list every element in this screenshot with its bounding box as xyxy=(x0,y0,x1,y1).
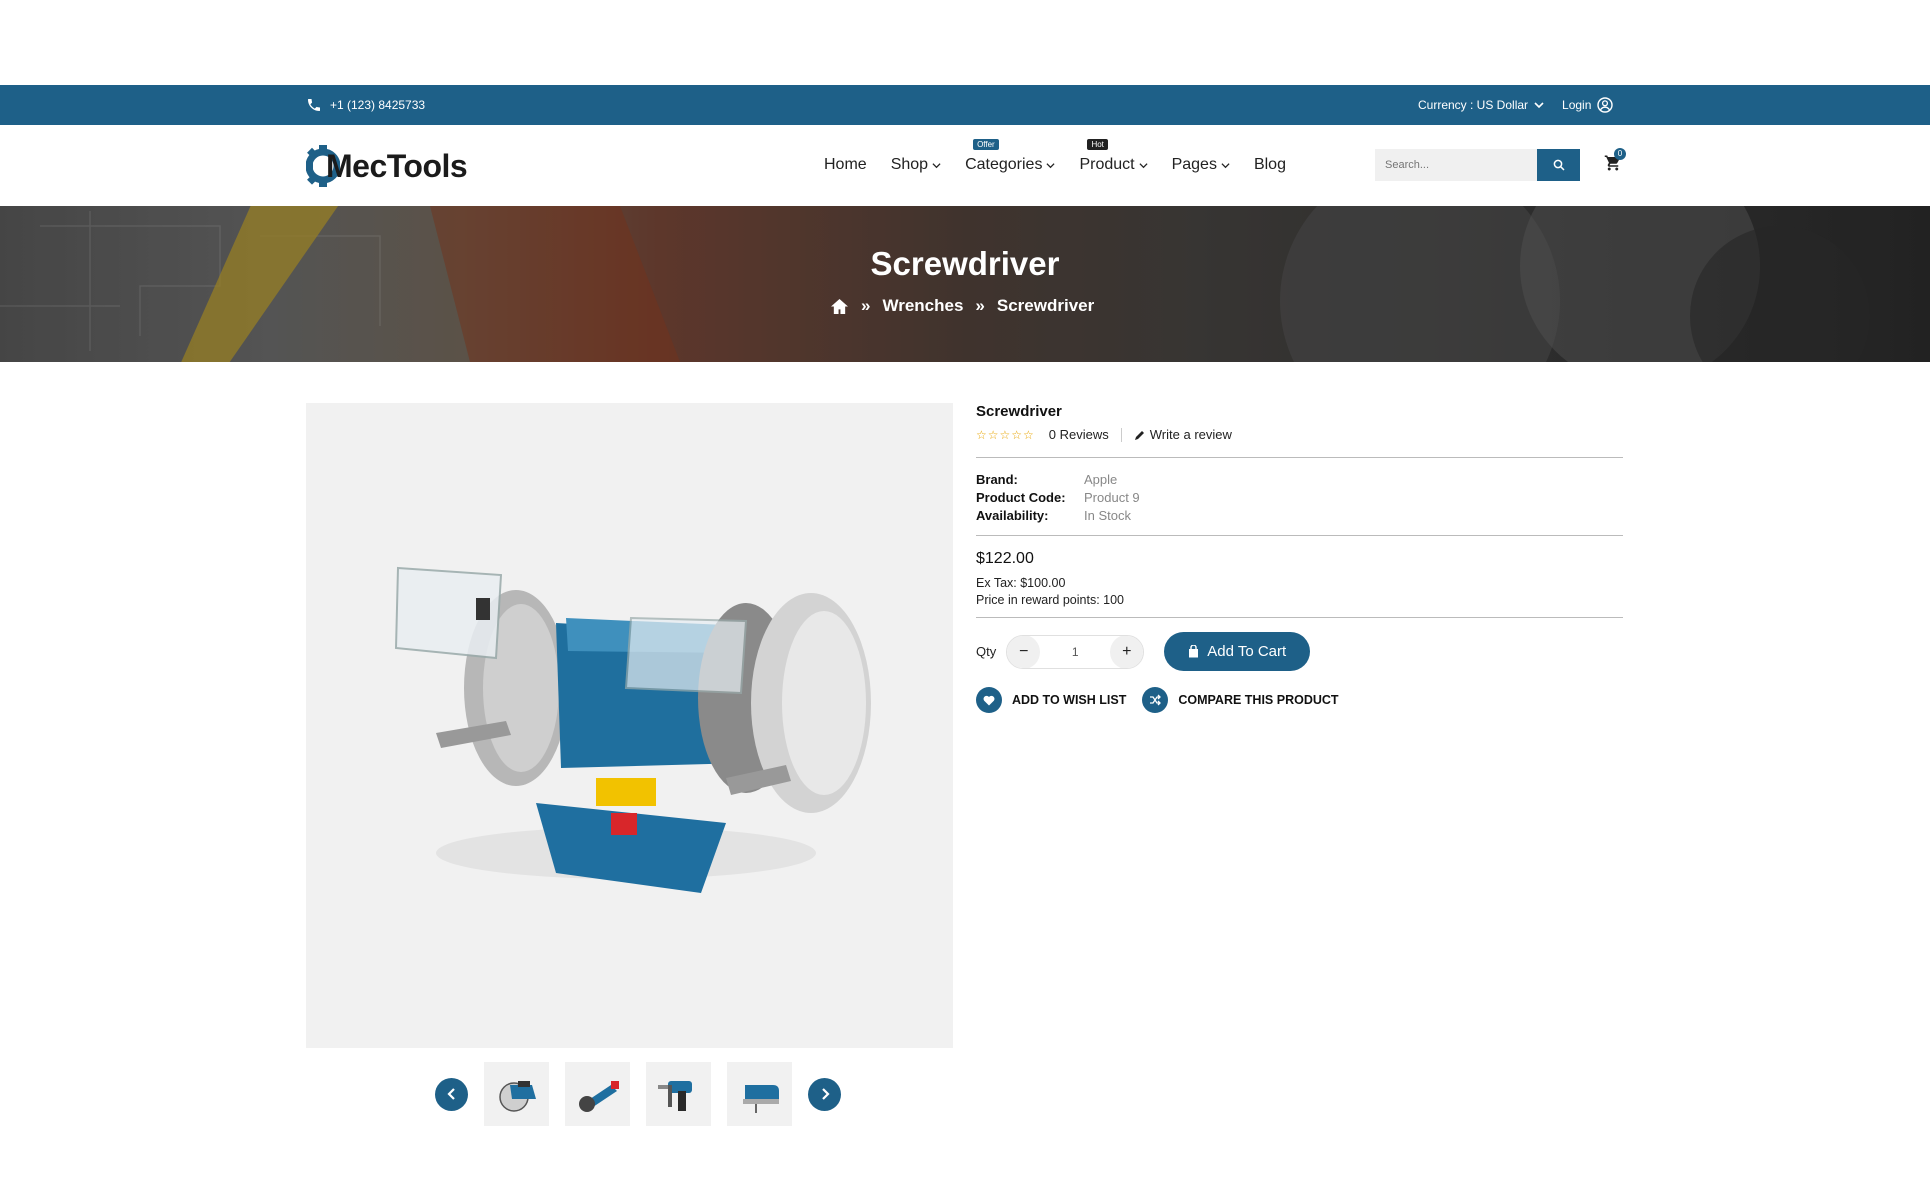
product-price: $122.00 xyxy=(976,550,1034,567)
qty-input[interactable] xyxy=(1040,644,1111,659)
user-icon xyxy=(1597,97,1614,113)
bench-grinder-image xyxy=(394,566,871,893)
breadcrumb-separator: » xyxy=(975,296,985,315)
brand-label: Brand: xyxy=(976,472,1018,487)
login-label: Login xyxy=(1562,98,1592,112)
main-nav: Home Shop Offer Categories Hot Product P… xyxy=(824,139,1286,174)
logo-text: MecTools xyxy=(326,147,468,184)
product-meta: Brand: Apple Product Code: Product 9 Ava… xyxy=(976,472,1623,523)
thumbnail-next-button[interactable] xyxy=(808,1077,841,1111)
breadcrumb: » Wrenches » Screwdriver xyxy=(830,296,1094,316)
home-icon[interactable] xyxy=(830,298,849,315)
page-banner: Screwdriver » Wrenches » Screwdriver xyxy=(0,206,1930,362)
main-header: MecTools Home Shop Offer Categories Hot … xyxy=(0,125,1930,206)
thumbnail-jigsaw[interactable] xyxy=(727,1062,792,1126)
breadcrumb-wrenches[interactable]: Wrenches xyxy=(882,296,963,316)
chevron-down-icon xyxy=(1046,162,1055,168)
thumbnail-hammer-drill[interactable] xyxy=(646,1062,711,1126)
jigsaw-icon xyxy=(742,1085,779,1113)
chevron-down-icon xyxy=(1534,102,1544,109)
login-link[interactable]: Login xyxy=(1562,97,1614,113)
nav-home[interactable]: Home xyxy=(824,156,867,174)
search-bar xyxy=(1375,149,1580,181)
nav-categories[interactable]: Offer Categories xyxy=(965,139,1055,174)
divider xyxy=(976,457,1623,458)
nav-label: Product xyxy=(1079,156,1135,173)
quantity-stepper: − + xyxy=(1006,634,1145,669)
nav-label: Categories xyxy=(965,156,1043,173)
thumbnail-prev-button[interactable] xyxy=(435,1077,468,1111)
nav-product[interactable]: Hot Product xyxy=(1079,139,1148,174)
bag-icon xyxy=(1189,645,1199,658)
currency-label: Currency : US Dollar xyxy=(1418,98,1529,112)
add-to-wishlist-button[interactable]: ADD TO WISH LIST xyxy=(976,687,1126,713)
rating-row: ☆☆☆☆☆ 0 Reviews Write a review xyxy=(976,427,1623,442)
hot-badge: Hot xyxy=(1087,139,1108,150)
chevron-down-icon xyxy=(1139,162,1148,168)
product-name: Screwdriver xyxy=(976,403,1062,420)
circular-saw-icon xyxy=(498,1081,536,1112)
availability-value: In Stock xyxy=(1084,508,1131,523)
product-info: Screwdriver ☆☆☆☆☆ 0 Reviews Write a revi… xyxy=(976,403,1623,713)
nav-pages[interactable]: Pages xyxy=(1172,156,1230,174)
add-to-cart-button[interactable]: Add To Cart xyxy=(1164,632,1311,671)
product-main-image[interactable] xyxy=(306,403,953,1048)
divider xyxy=(976,617,1623,618)
angle-grinder-icon xyxy=(578,1081,619,1112)
chevron-right-icon xyxy=(821,1088,830,1100)
nav-label: Shop xyxy=(890,156,929,173)
product-code-value: Product 9 xyxy=(1084,490,1140,505)
nav-shop[interactable]: Shop xyxy=(891,156,941,174)
ex-tax: Ex Tax: $100.00 xyxy=(976,576,1066,590)
divider xyxy=(976,535,1623,536)
nav-blog[interactable]: Blog xyxy=(1254,156,1286,174)
phone-icon xyxy=(308,99,320,111)
write-review-link[interactable]: Write a review xyxy=(1134,427,1232,442)
currency-selector[interactable]: Currency : US Dollar xyxy=(1418,98,1544,112)
pencil-icon xyxy=(1134,430,1144,440)
breadcrumb-current: Screwdriver xyxy=(996,296,1095,315)
qty-decrease-button[interactable]: − xyxy=(1007,635,1041,668)
quantity-row: Qty − + Add To Cart xyxy=(976,632,1623,671)
compare-label: COMPARE THIS PRODUCT xyxy=(1178,693,1339,707)
reward-points: Price in reward points: 100 xyxy=(976,593,1124,607)
nav-label: Home xyxy=(824,156,867,173)
chevron-down-icon xyxy=(1221,162,1230,168)
search-input[interactable] xyxy=(1375,149,1537,181)
availability-label: Availability: xyxy=(976,508,1049,523)
chevron-left-icon xyxy=(446,1088,455,1100)
compare-product-button[interactable]: COMPARE THIS PRODUCT xyxy=(1142,687,1339,713)
page-title: Screwdriver xyxy=(870,245,1060,282)
add-to-cart-label: Add To Cart xyxy=(1207,643,1287,660)
product-actions: ADD TO WISH LIST COMPARE THIS PRODUCT xyxy=(976,687,1623,713)
cart-count-badge: 0 xyxy=(1614,148,1626,160)
search-button[interactable] xyxy=(1537,149,1580,181)
hammer-drill-icon xyxy=(657,1081,692,1111)
star-rating: ☆☆☆☆☆ xyxy=(976,427,1035,442)
thumbnail-circular-saw[interactable] xyxy=(484,1062,549,1126)
wishlist-label: ADD TO WISH LIST xyxy=(1012,693,1127,707)
phone-contact[interactable]: +1 (123) 8425733 xyxy=(306,97,425,113)
thumbnail-angle-grinder[interactable] xyxy=(565,1062,630,1126)
nav-label: Blog xyxy=(1253,156,1286,173)
top-bar: +1 (123) 8425733 Currency : US Dollar Lo… xyxy=(0,85,1930,125)
divider xyxy=(1120,427,1122,442)
qty-label: Qty xyxy=(976,644,997,659)
qty-increase-button[interactable]: + xyxy=(1110,635,1144,668)
write-review-label: Write a review xyxy=(1149,427,1232,442)
site-logo[interactable]: MecTools xyxy=(306,139,468,193)
chevron-down-icon xyxy=(932,162,941,168)
reviews-link[interactable]: 0 Reviews xyxy=(1049,427,1109,442)
product-code-label: Product Code: xyxy=(976,490,1066,505)
thumbnail-carousel xyxy=(435,1062,841,1126)
cart-button[interactable]: 0 xyxy=(1604,148,1626,177)
heart-icon xyxy=(976,687,1002,713)
phone-number: +1 (123) 8425733 xyxy=(330,98,426,112)
shuffle-icon xyxy=(1142,687,1169,713)
breadcrumb-separator: » xyxy=(861,296,871,315)
search-icon xyxy=(1553,159,1565,171)
offer-badge: Offer xyxy=(973,139,999,150)
nav-label: Pages xyxy=(1171,156,1217,173)
brand-value[interactable]: Apple xyxy=(1084,472,1623,487)
